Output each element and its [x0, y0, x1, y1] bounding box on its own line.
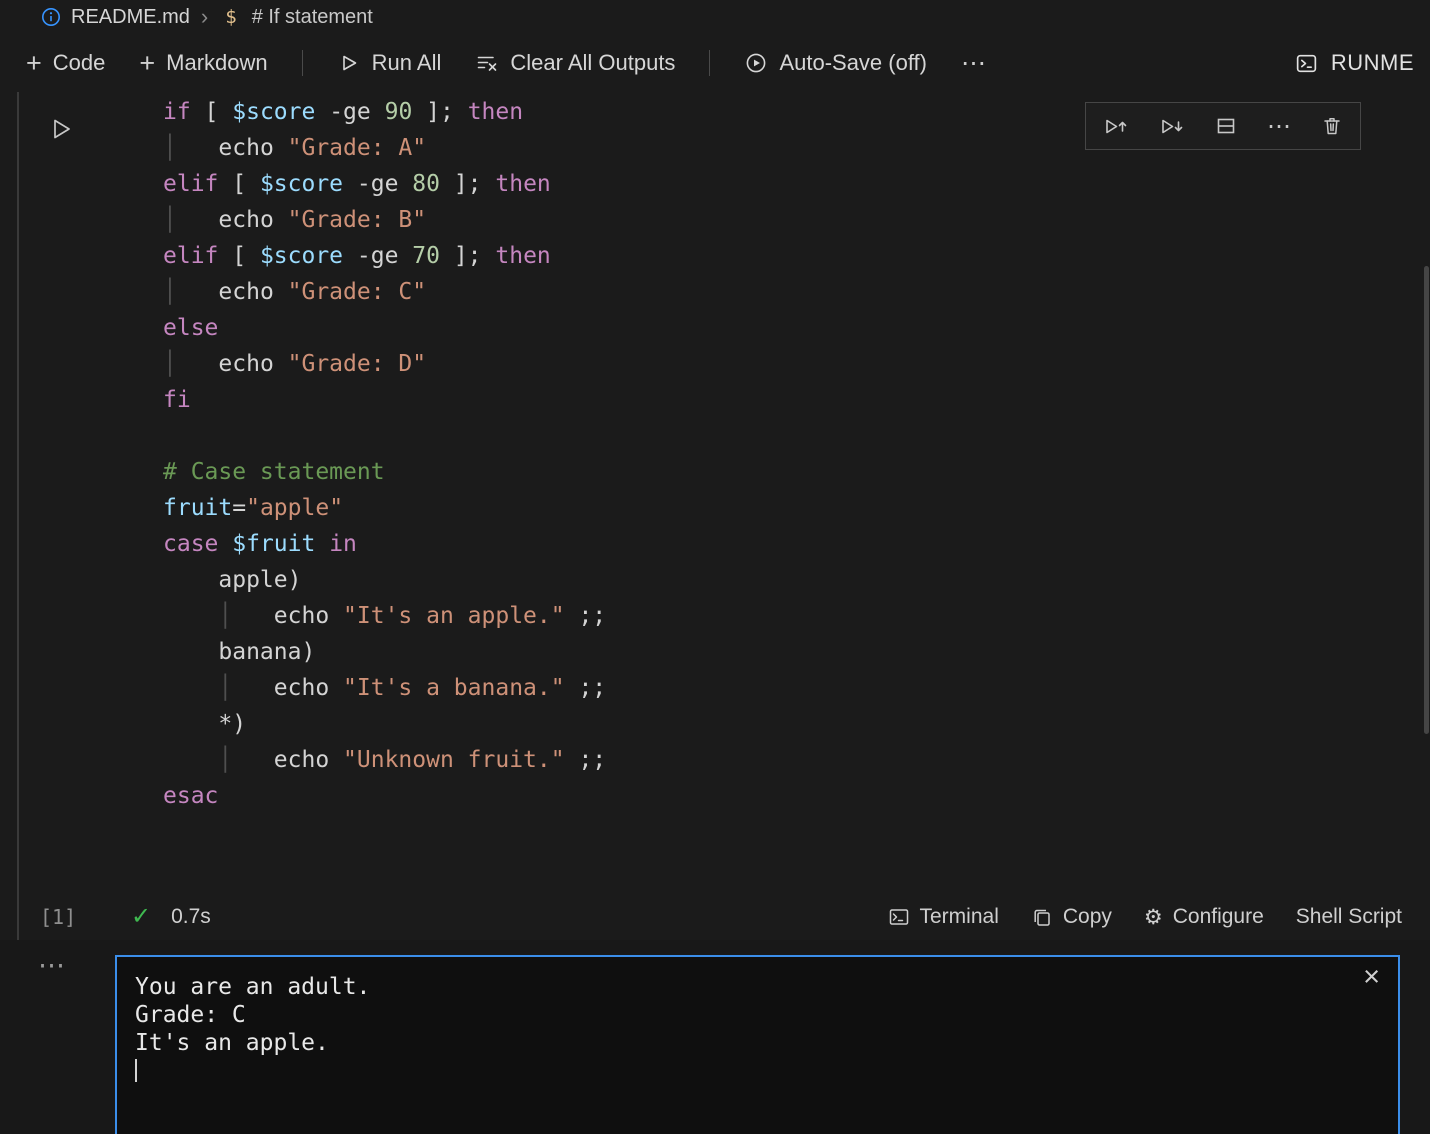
add-markdown-button[interactable]: + Markdown — [139, 50, 267, 77]
run-all-button[interactable]: Run All — [337, 50, 442, 76]
runme-logo-icon — [1294, 51, 1319, 76]
code-line: # Case statement — [163, 454, 1404, 490]
code-line: fi — [163, 382, 1404, 418]
run-cell-button[interactable] — [42, 110, 80, 148]
code-line: if [ $score -ge 90 ]; then — [163, 94, 1404, 130]
cell-output-area: ⋯ × You are an adult.Grade: CIt's an app… — [0, 940, 1430, 1134]
plus-icon: + — [26, 50, 42, 77]
terminal-output[interactable]: × You are an adult.Grade: CIt's an apple… — [115, 955, 1400, 1134]
output-collapse-button[interactable]: ⋯ — [38, 952, 65, 979]
code-line: apple) — [163, 562, 1404, 598]
toolbar-separator — [709, 50, 710, 76]
add-code-label: Code — [53, 50, 106, 76]
terminal-line: It's an apple. — [135, 1029, 1380, 1057]
auto-save-icon — [744, 51, 768, 75]
close-output-button[interactable]: × — [1363, 963, 1380, 992]
language-label: Shell Script — [1296, 905, 1402, 929]
cell-focus-border — [17, 92, 19, 940]
plus-icon: + — [139, 50, 155, 77]
auto-save-label: Auto-Save (off) — [779, 50, 927, 76]
code-line: fruit="apple" — [163, 490, 1404, 526]
auto-save-toggle[interactable]: Auto-Save (off) — [744, 50, 927, 76]
execution-duration: 0.7s — [171, 905, 211, 929]
code-line: │ echo "Grade: C" — [163, 274, 1404, 310]
clear-all-outputs-button[interactable]: Clear All Outputs — [475, 50, 675, 76]
clear-all-icon — [475, 51, 499, 75]
toolbar-more-button[interactable]: ⋯ — [961, 48, 986, 78]
terminal-icon — [888, 906, 910, 928]
code-line: case $fruit in — [163, 526, 1404, 562]
code-line: else — [163, 310, 1404, 346]
copy-label: Copy — [1063, 905, 1112, 929]
code-line: elif [ $score -ge 70 ]; then — [163, 238, 1404, 274]
breadcrumb-cell-title[interactable]: # If statement — [252, 6, 373, 29]
configure-label: Configure — [1173, 905, 1264, 929]
language-selector[interactable]: Shell Script — [1296, 905, 1402, 929]
add-markdown-label: Markdown — [166, 50, 267, 76]
editor-scrollbar[interactable] — [1424, 266, 1429, 734]
terminal-cursor — [135, 1059, 137, 1082]
code-line: │ echo "It's an apple." ;; — [163, 598, 1404, 634]
cell-status-bar: [1] ✓ 0.7s Terminal — [0, 896, 1430, 938]
clear-all-outputs-label: Clear All Outputs — [510, 50, 675, 76]
code-editor[interactable]: if [ $score -ge 90 ]; then│ echo "Grade:… — [90, 94, 1404, 814]
terminal-button[interactable]: Terminal — [888, 905, 999, 929]
code-line: │ echo "Grade: B" — [163, 202, 1404, 238]
gear-icon: ⚙ — [1144, 907, 1163, 928]
execution-count: [1] — [40, 905, 76, 929]
breadcrumb-chevron-icon: › — [201, 6, 208, 28]
code-line: │ echo "It's a banana." ;; — [163, 670, 1404, 706]
terminal-cursor-line — [135, 1057, 1380, 1085]
copy-icon — [1031, 906, 1053, 928]
runme-notebook-window: README.md › $ # If statement + Code + Ma… — [0, 0, 1430, 1134]
code-line: elif [ $score -ge 80 ]; then — [163, 166, 1404, 202]
code-line: esac — [163, 778, 1404, 814]
play-icon — [47, 115, 75, 143]
add-code-button[interactable]: + Code — [26, 50, 105, 77]
breadcrumb-file[interactable]: README.md — [71, 6, 190, 29]
terminal-text: You are an adult.Grade: CIt's an apple. — [117, 957, 1398, 1101]
code-line: banana) — [163, 634, 1404, 670]
terminal-line: Grade: C — [135, 1001, 1380, 1029]
run-all-icon — [337, 51, 361, 75]
success-check-icon: ✓ — [131, 905, 151, 929]
copy-button[interactable]: Copy — [1031, 905, 1112, 929]
code-line: │ echo "Unknown fruit." ;; — [163, 742, 1404, 778]
info-icon — [40, 6, 62, 28]
cell-status-actions: Terminal Copy ⚙ Configure Shell Script — [888, 905, 1403, 929]
code-line: *) — [163, 706, 1404, 742]
toolbar-separator — [302, 50, 303, 76]
configure-button[interactable]: ⚙ Configure — [1144, 905, 1264, 929]
terminal-label: Terminal — [920, 905, 999, 929]
notebook-toolbar: + Code + Markdown Run All — [0, 34, 1430, 92]
runme-button[interactable]: RUNME — [1294, 50, 1414, 76]
code-line: │ echo "Grade: D" — [163, 346, 1404, 382]
breadcrumb: README.md › $ # If statement — [0, 0, 1430, 34]
run-all-label: Run All — [372, 50, 442, 76]
code-line — [163, 418, 1404, 454]
terminal-line: You are an adult. — [135, 973, 1380, 1001]
code-line: │ echo "Grade: A" — [163, 130, 1404, 166]
runme-label: RUNME — [1331, 50, 1414, 76]
breadcrumb-cell-symbol: $ — [225, 6, 236, 28]
